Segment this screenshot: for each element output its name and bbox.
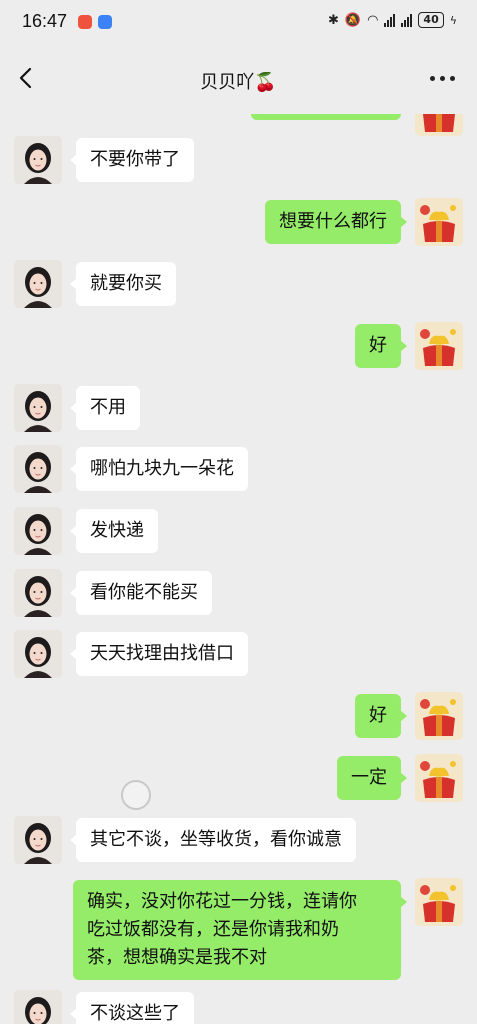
message-bubble[interactable]: 发快递: [70, 509, 158, 553]
message-bubble[interactable]: 其它不谈，坐等收货，看你诚意: [70, 818, 356, 862]
battery-icon: 40: [418, 12, 444, 28]
contact-avatar[interactable]: [14, 445, 62, 493]
self-avatar[interactable]: [415, 198, 463, 246]
notification-app-icon-2: [98, 15, 112, 29]
wifi-icon: ◠: [367, 12, 379, 28]
contact-avatar[interactable]: [14, 507, 62, 555]
charging-icon: ϟ: [449, 13, 457, 27]
message-line: 确实，没对你花过一分钱，连请你: [87, 891, 357, 912]
notification-app-icon: [78, 15, 92, 29]
status-indicators: ✱ 🔕 ◠ 40 ϟ: [328, 12, 457, 28]
chat-title: 贝贝吖🍒: [200, 72, 277, 93]
contact-avatar[interactable]: [14, 260, 62, 308]
contact-avatar[interactable]: [14, 630, 62, 678]
contact-avatar[interactable]: [14, 384, 62, 432]
self-avatar[interactable]: [415, 878, 463, 926]
self-avatar[interactable]: [415, 692, 463, 740]
contact-avatar[interactable]: [14, 136, 62, 184]
mute-icon: 🔕: [344, 12, 362, 28]
chat-header: 贝贝吖🍒: [0, 44, 477, 114]
message-bubble[interactable]: 好: [355, 694, 407, 738]
bluetooth-icon: ✱: [327, 12, 339, 28]
partial-message-bubble: [251, 114, 401, 120]
message-bubble[interactable]: 哪怕九块九一朵花: [70, 447, 248, 491]
status-time: 16:47: [22, 11, 68, 31]
self-avatar[interactable]: [415, 754, 463, 802]
self-avatar[interactable]: [415, 322, 463, 370]
chat-message-list[interactable]: 不要你带了 想要什么都行 就要你买 好 不用 哪怕九块九一朵花 发快递 看你能不…: [0, 114, 477, 1024]
message-bubble[interactable]: 确实，没对你花过一分钱，连请你 吃过饭都没有，还是你请我和奶 茶，想想确实是我不…: [73, 880, 407, 980]
message-bubble[interactable]: 好: [355, 324, 407, 368]
more-icon[interactable]: [427, 66, 457, 90]
message-bubble[interactable]: 不要你带了: [70, 138, 194, 182]
message-bubble[interactable]: 天天找理由找借口: [70, 632, 248, 676]
self-avatar[interactable]: [415, 114, 463, 136]
message-bubble[interactable]: 不用: [70, 386, 140, 430]
contact-avatar[interactable]: [14, 816, 62, 864]
signal-icon-2: [401, 13, 413, 27]
message-bubble[interactable]: 不谈这些了: [70, 992, 194, 1024]
signal-icon: [384, 13, 396, 27]
message-bubble[interactable]: 一定: [337, 756, 407, 800]
contact-avatar[interactable]: [14, 990, 62, 1024]
contact-avatar[interactable]: [14, 569, 62, 617]
loading-indicator: [121, 780, 151, 810]
message-bubble[interactable]: 想要什么都行: [265, 200, 407, 244]
status-bar: 16:47 ✱ 🔕 ◠ 40 ϟ: [0, 0, 477, 44]
message-bubble[interactable]: 看你能不能买: [70, 571, 212, 615]
message-line: 吃过饭都没有，还是你请我和奶: [87, 919, 339, 940]
message-bubble[interactable]: 就要你买: [70, 262, 176, 306]
message-line: 茶，想想确实是我不对: [87, 947, 267, 968]
